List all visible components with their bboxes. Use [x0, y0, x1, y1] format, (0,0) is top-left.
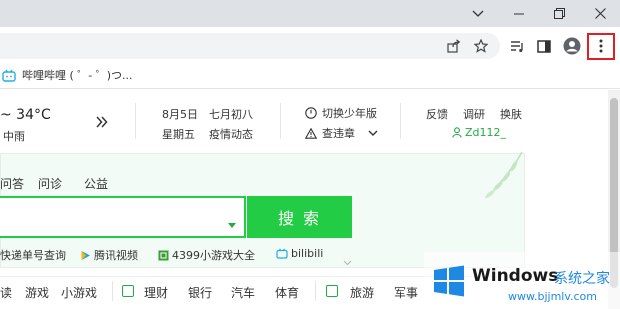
switch-youth-mode[interactable]: 切换少年版 [305, 105, 377, 121]
share-button[interactable] [443, 35, 465, 57]
chevron-down-icon [368, 130, 378, 136]
category-item[interactable]: 旅游 [350, 284, 374, 301]
category-item[interactable]: 银行 [188, 284, 212, 301]
close-icon [594, 8, 606, 19]
reading-list-button[interactable] [506, 35, 528, 57]
quick-link-4399[interactable]: 4399小游戏大全 [158, 247, 255, 263]
category-item[interactable]: 体育 [275, 284, 299, 301]
restore-button[interactable] [537, 0, 581, 27]
feedback-link[interactable]: 反馈 [426, 106, 448, 122]
rules-label: 查违章 [322, 127, 355, 140]
calendar-date: 8月5日 [162, 108, 198, 121]
calendar-weekday: 星期五 [162, 128, 195, 141]
minimize-icon [514, 13, 524, 14]
watermark-tagline: 系统之家 [554, 271, 610, 287]
skin-link[interactable]: 换肤 [500, 106, 522, 122]
category-item[interactable]: 读 [0, 284, 12, 301]
quick-link-bilibili[interactable]: bilibili [276, 247, 323, 260]
side-panel-icon [537, 39, 551, 53]
bookmark-star-button[interactable] [470, 35, 492, 57]
search-tab-consult[interactable]: 问诊 [38, 175, 62, 192]
profile-button[interactable] [561, 35, 583, 57]
weather-temperature: ~ 34°C [0, 107, 51, 123]
bilibili-icon [276, 248, 288, 259]
reading-list-icon [510, 40, 523, 52]
expand-weather-button[interactable] [96, 113, 108, 132]
search-tab-charity[interactable]: 公益 [84, 175, 108, 192]
calendar-lunar: 七月初八 [209, 108, 253, 121]
user-icon [452, 127, 462, 138]
category-item[interactable]: 游戏 [25, 284, 49, 301]
category-item[interactable]: 小游戏 [61, 284, 97, 301]
restore-icon [553, 8, 565, 19]
bookmark-label: 哔哩哔哩 ( ゜- ゜)つ... [22, 69, 133, 82]
willow-decoration-icon [485, 151, 523, 199]
minimize-button[interactable] [497, 0, 541, 27]
weather-condition: 中雨 [3, 130, 25, 143]
divider [135, 103, 136, 139]
quick-links-expand[interactable] [343, 251, 352, 270]
search-dropdown-toggle[interactable] [228, 213, 236, 232]
watermark-url: www.bjjmlv.com [508, 290, 597, 303]
search-tab-qa[interactable]: 问答 [0, 175, 24, 192]
side-panel-button[interactable] [533, 35, 555, 57]
finance-icon [122, 285, 134, 297]
search-button-label: 搜 索 [277, 209, 322, 228]
chevron-down-icon [343, 260, 352, 266]
warning-icon [305, 127, 317, 139]
caret-down-icon [228, 223, 236, 228]
divider [315, 281, 316, 301]
game-icon [158, 250, 169, 260]
address-bar[interactable] [0, 33, 500, 59]
search-input[interactable] [0, 196, 246, 238]
power-icon [305, 107, 317, 119]
quick-link-label: 4399小游戏大全 [172, 249, 255, 262]
profile-icon [563, 37, 581, 55]
bookmark-item[interactable]: 哔哩哔哩 ( ゜- ゜)つ... [2, 66, 133, 84]
quick-link-label: bilibili [291, 247, 324, 260]
survey-link[interactable]: 调研 [463, 106, 485, 122]
divider [280, 103, 281, 139]
news-link[interactable]: 疫情动态 [209, 126, 253, 142]
quick-link-express[interactable]: 快递单号查询 [0, 247, 66, 263]
menu-button[interactable] [590, 35, 612, 57]
close-button[interactable] [578, 0, 620, 27]
username: Zd112_ [465, 126, 507, 139]
share-icon [447, 39, 461, 53]
watermark: Windows 系统之家 www.bjjmlv.com [424, 252, 620, 309]
quick-link-label: 腾讯视频 [94, 249, 138, 262]
traffic-violation-dropdown[interactable]: 查违章 [305, 125, 378, 141]
category-item[interactable]: 军事 [394, 284, 418, 301]
chevron-down-icon [472, 10, 484, 17]
search-button[interactable]: 搜 索 [247, 196, 352, 238]
watermark-brand: Windows [472, 266, 559, 286]
bilibili-icon [2, 69, 16, 82]
divider [400, 103, 401, 139]
switch-label: 切换少年版 [322, 107, 377, 120]
user-account-link[interactable]: Zd112_ [452, 126, 506, 139]
travel-icon [326, 285, 338, 297]
tab-search-button[interactable] [456, 0, 500, 27]
menu-dots-icon [599, 39, 603, 53]
divider [112, 281, 113, 301]
category-item[interactable]: 理财 [144, 284, 168, 301]
category-item[interactable]: 汽车 [231, 284, 255, 301]
tencent-video-icon [81, 250, 90, 260]
quick-link-tencent-video[interactable]: 腾讯视频 [80, 247, 138, 263]
window-title-bar [0, 0, 620, 27]
double-chevron-right-icon [96, 116, 108, 128]
star-icon [474, 39, 488, 53]
windows-logo-icon [434, 265, 464, 297]
